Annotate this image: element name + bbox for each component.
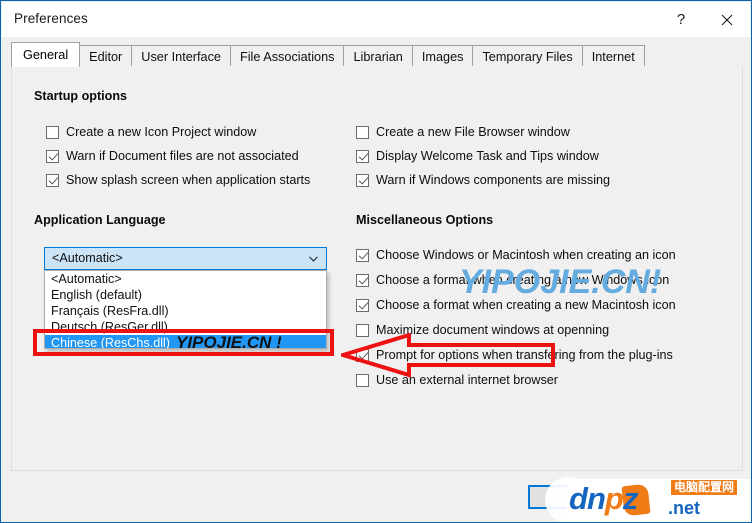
- application-language-combobox[interactable]: <Automatic>: [44, 247, 327, 270]
- logo-chinese-badge: 电脑配置网: [671, 480, 738, 495]
- application-language-dropdown-list[interactable]: <Automatic> English (default) Français (…: [44, 270, 327, 349]
- logo-hand-icon: [621, 483, 651, 517]
- checkbox-label: Choose a format when creating a new Wind…: [376, 273, 670, 287]
- dropdown-item-english[interactable]: English (default): [45, 287, 326, 303]
- checkbox-label: Create a new Icon Project window: [66, 125, 257, 139]
- window-title: Preferences: [14, 11, 88, 26]
- checkbox-box: [356, 149, 369, 163]
- checkbox-label: Warn if Document files are not associate…: [66, 149, 299, 163]
- checkbox-use-external-internet-browser[interactable]: Use an external internet browser: [356, 373, 558, 387]
- application-language-heading: Application Language: [34, 213, 166, 227]
- checkbox-label: Create a new File Browser window: [376, 125, 570, 139]
- checkbox-label: Prompt for options when transfering from…: [376, 348, 673, 362]
- logo-letter-z: z: [622, 481, 638, 516]
- tab-strip: General Editor User Interface File Assoc…: [11, 42, 741, 67]
- window-controls: ?: [658, 2, 750, 37]
- tab-file-associations[interactable]: File Associations: [229, 45, 345, 67]
- tab-internet[interactable]: Internet: [581, 45, 645, 67]
- checkbox-box: [356, 248, 369, 262]
- checkbox-box: [356, 173, 369, 187]
- close-icon: [721, 14, 733, 25]
- miscellaneous-options-heading: Miscellaneous Options: [356, 213, 494, 227]
- checkbox-box: [46, 173, 59, 187]
- logo-plate: [567, 479, 751, 522]
- combobox-value: <Automatic>: [52, 251, 123, 265]
- checkbox-prompt-options-plugins[interactable]: Prompt for options when transfering from…: [356, 348, 673, 362]
- checkbox-box: [356, 273, 369, 287]
- checkbox-box: [46, 149, 59, 163]
- checkbox-label: Display Welcome Task and Tips window: [376, 149, 599, 163]
- logo-letter-p: p: [604, 481, 624, 516]
- ok-button[interactable]: [528, 485, 583, 509]
- checkbox-create-file-browser-window[interactable]: Create a new File Browser window: [356, 125, 570, 139]
- checkbox-display-welcome-task-tips[interactable]: Display Welcome Task and Tips window: [356, 149, 599, 163]
- checkbox-show-splash-screen[interactable]: Show splash screen when application star…: [46, 173, 310, 187]
- checkbox-warn-document-files-not-associated[interactable]: Warn if Document files are not associate…: [46, 149, 299, 163]
- checkbox-label: Show splash screen when application star…: [66, 173, 311, 187]
- tab-librarian[interactable]: Librarian: [343, 45, 413, 67]
- dropdown-item-deutsch[interactable]: Deutsch (ResGer.dll): [45, 319, 326, 335]
- dropdown-item-chinese[interactable]: Chinese (ResChs.dll): [45, 335, 326, 348]
- dropdown-item-automatic[interactable]: <Automatic>: [45, 271, 326, 287]
- tab-temporary-files[interactable]: Temporary Files: [472, 45, 583, 67]
- close-button[interactable]: [704, 2, 750, 37]
- tab-images[interactable]: Images: [411, 45, 474, 67]
- checkbox-label: Use an external internet browser: [376, 373, 559, 387]
- checkbox-maximize-document-windows[interactable]: Maximize document windows at openning: [356, 323, 609, 337]
- checkbox-box: [46, 125, 59, 139]
- checkbox-box: [356, 125, 369, 139]
- checkbox-warn-windows-components-missing[interactable]: Warn if Windows components are missing: [356, 173, 610, 187]
- help-button[interactable]: ?: [658, 2, 704, 37]
- chevron-down-icon: [309, 256, 318, 262]
- tab-editor[interactable]: Editor: [79, 45, 133, 67]
- tab-user-interface[interactable]: User Interface: [131, 45, 231, 67]
- checkbox-create-icon-project-window[interactable]: Create a new Icon Project window: [46, 125, 256, 139]
- checkbox-choose-windows-or-macintosh[interactable]: Choose Windows or Macintosh when creatin…: [356, 248, 676, 262]
- question-mark-icon: ?: [676, 11, 686, 28]
- checkbox-box: [356, 298, 369, 312]
- checkbox-format-new-windows-icon[interactable]: Choose a format when creating a new Wind…: [356, 273, 669, 287]
- logo-letter-n: n: [586, 481, 606, 516]
- logo-tld: .net: [668, 498, 701, 518]
- checkbox-box: [356, 373, 369, 387]
- logo-dnpz-watermark: dnpz .net 电脑配置网: [545, 477, 751, 522]
- tab-general[interactable]: General: [11, 42, 81, 67]
- checkbox-box: [356, 348, 369, 362]
- checkbox-label: Warn if Windows components are missing: [376, 173, 610, 187]
- startup-options-heading: Startup options: [34, 89, 128, 103]
- checkbox-format-new-macintosh-icon[interactable]: Choose a format when creating a new Maci…: [356, 298, 676, 312]
- preferences-dialog: Preferences ? General Editor User Interf…: [0, 0, 752, 523]
- checkbox-label: Choose Windows or Macintosh when creatin…: [376, 248, 676, 262]
- dropdown-item-francais[interactable]: Français (ResFra.dll): [45, 303, 326, 319]
- checkbox-box: [356, 323, 369, 337]
- title-bar: Preferences ?: [2, 2, 750, 37]
- checkbox-label: Maximize document windows at openning: [376, 323, 610, 337]
- checkbox-label: Choose a format when creating a new Maci…: [376, 298, 676, 312]
